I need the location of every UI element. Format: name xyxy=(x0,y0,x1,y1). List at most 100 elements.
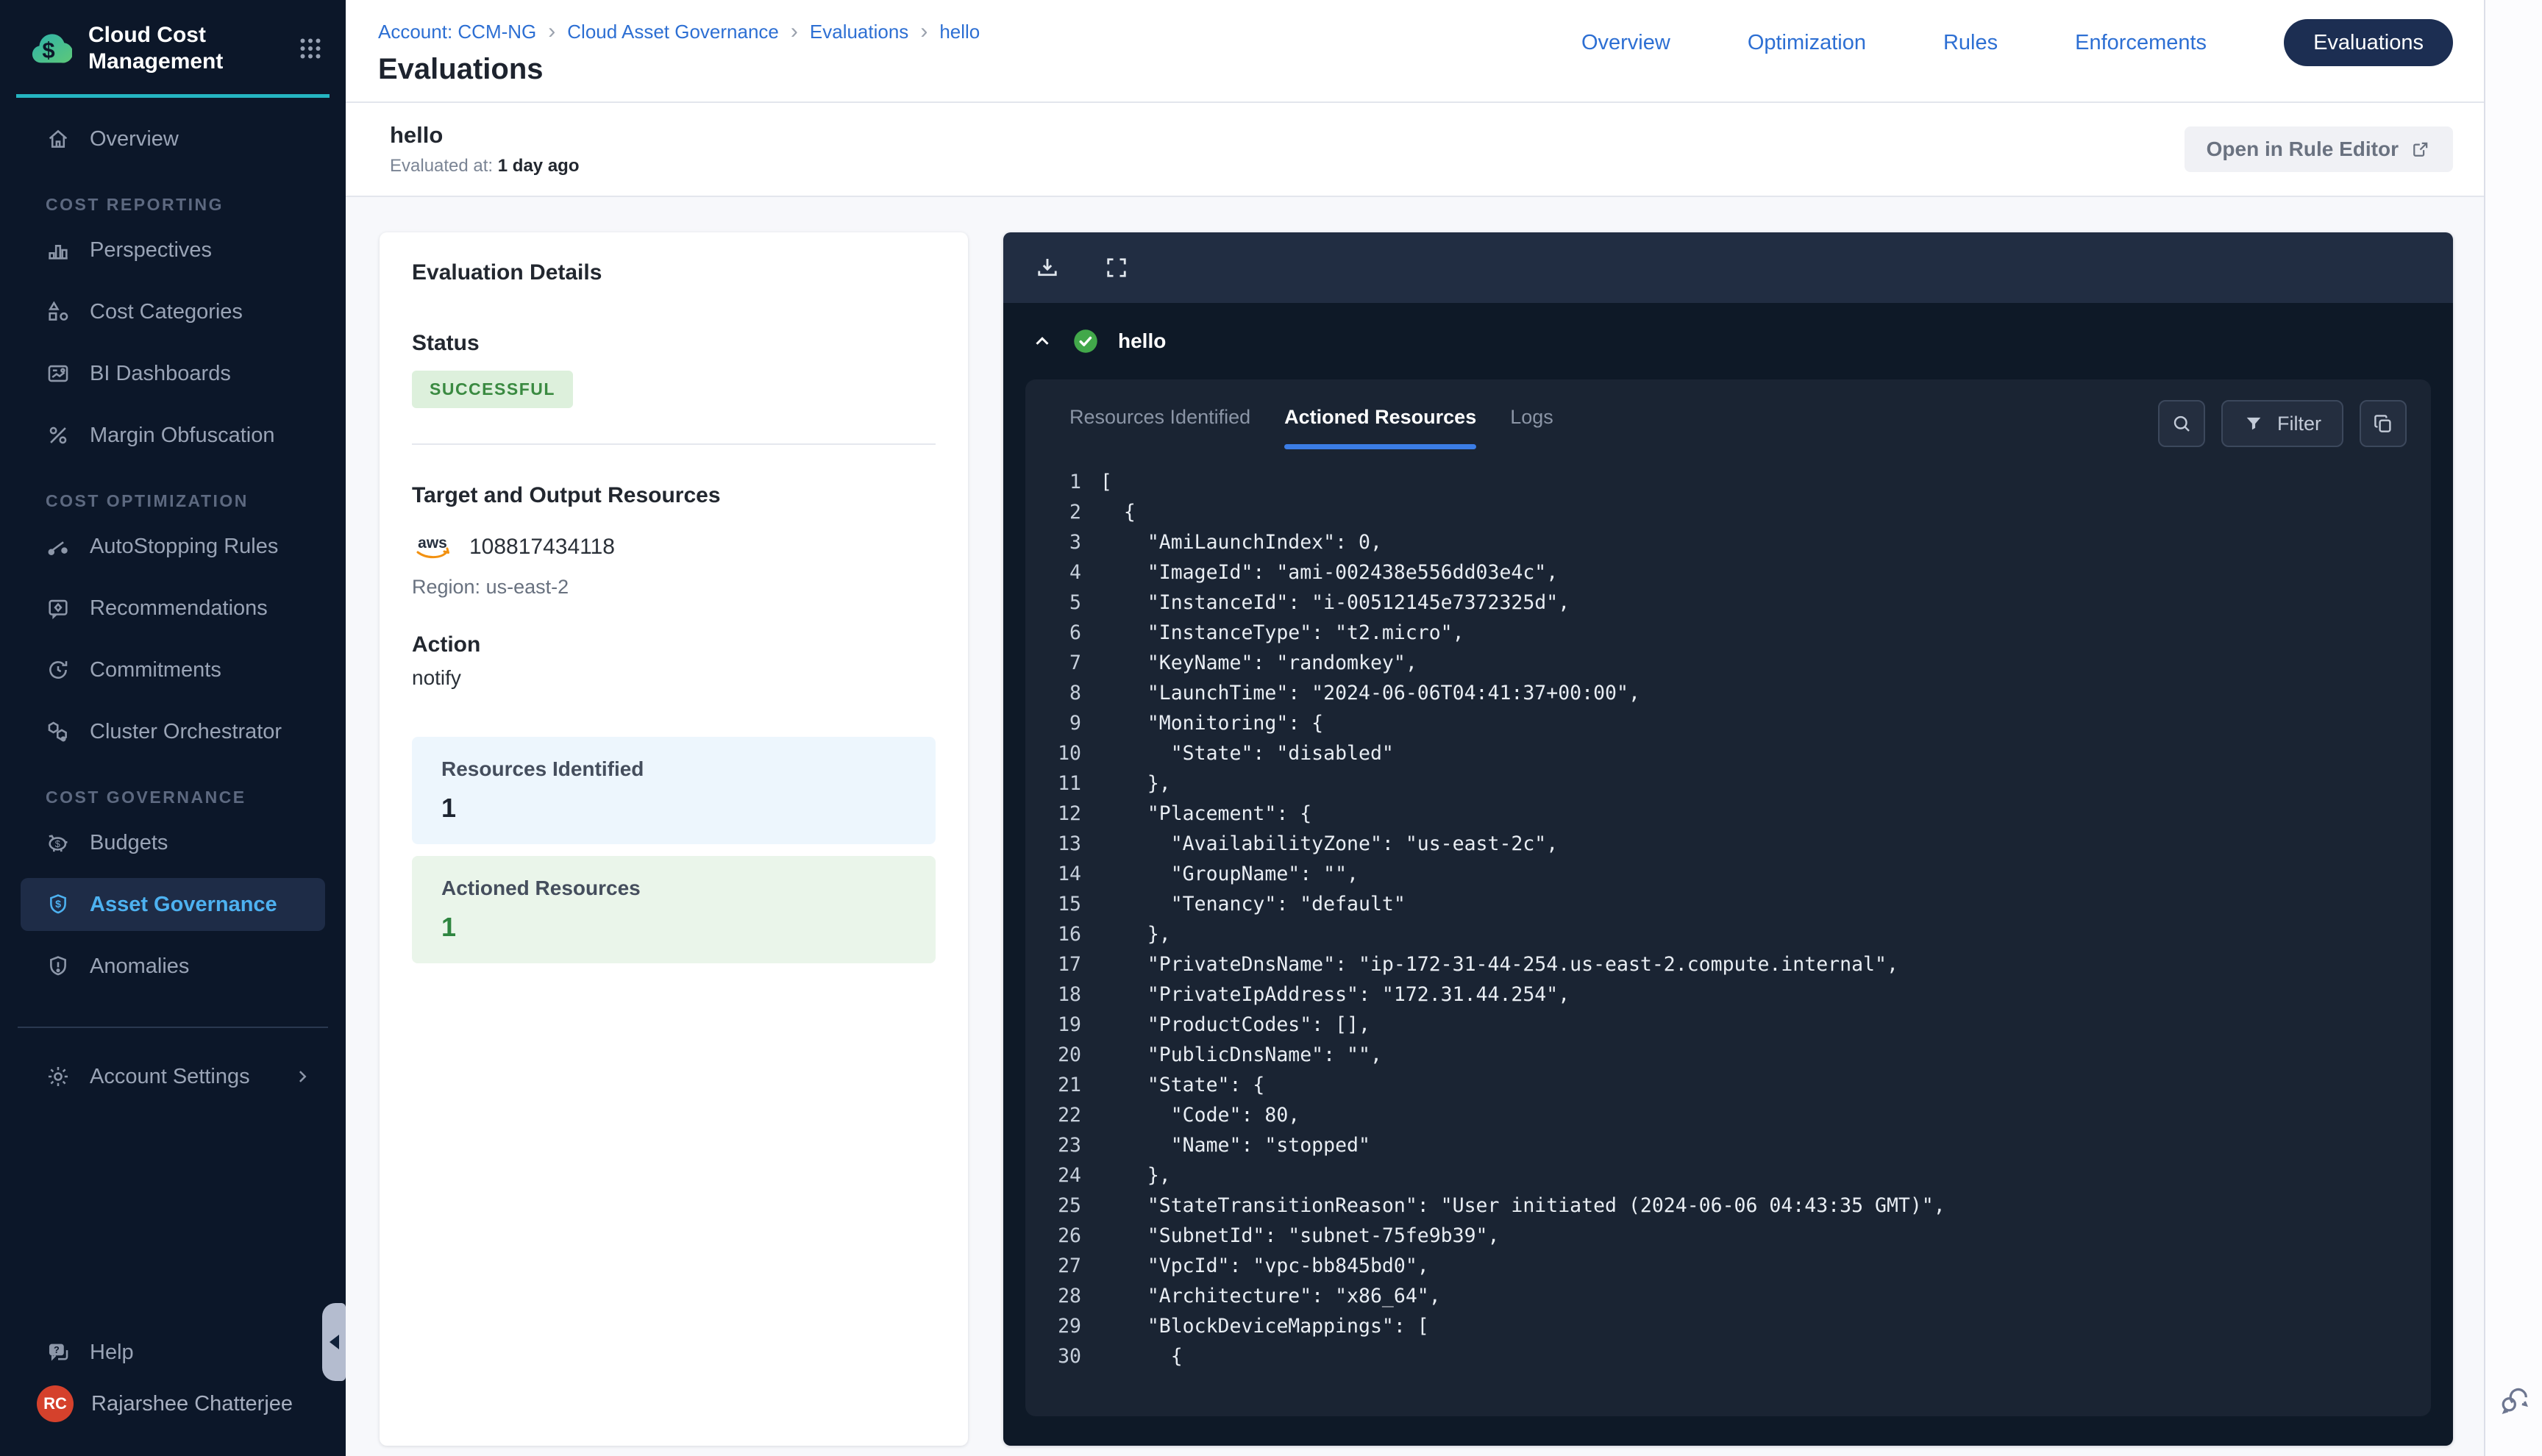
breadcrumb: Account: CCM-NG › Cloud Asset Governance… xyxy=(378,19,980,44)
download-icon[interactable] xyxy=(1034,254,1061,281)
line-text: "BlockDeviceMappings": [ xyxy=(1100,1311,1429,1341)
breadcrumb-separator: › xyxy=(791,19,798,44)
line-number: 27 xyxy=(1047,1251,1081,1281)
support-chat-icon[interactable] xyxy=(2497,1384,2531,1418)
sidebar-item-margin-obfuscation[interactable]: Margin Obfuscation xyxy=(0,404,346,466)
filter-button[interactable]: Filter xyxy=(2221,400,2343,447)
line-number: 13 xyxy=(1047,829,1081,859)
sidebar-item-cost-categories[interactable]: Cost Categories xyxy=(0,281,346,343)
sidebar-collapse-handle[interactable] xyxy=(322,1303,346,1381)
sidebar-item-account-settings[interactable]: Account Settings xyxy=(0,1046,346,1107)
sidebar-item-autostopping-rules[interactable]: AutoStopping Rules xyxy=(0,515,346,577)
copy-button[interactable] xyxy=(2360,400,2407,447)
line-text: }, xyxy=(1100,919,1171,949)
code-line: 8 "LaunchTime": "2024-06-06T04:41:37+00:… xyxy=(1047,678,2416,708)
home-icon xyxy=(46,126,71,151)
tab-evaluations-active[interactable]: Evaluations xyxy=(2284,19,2453,66)
autostopping-icon xyxy=(46,534,71,559)
line-text: "ProductCodes": [], xyxy=(1100,1010,1370,1040)
tab-actioned-resources[interactable]: Actioned Resources xyxy=(1284,406,1476,449)
user-name: Rajarshee Chatterjee xyxy=(91,1392,293,1416)
main-area: Account: CCM-NG › Cloud Asset Governance… xyxy=(346,0,2484,1456)
status-label: Status xyxy=(412,331,936,356)
line-number: 14 xyxy=(1047,859,1081,889)
code-line: 21 "State": { xyxy=(1047,1070,2416,1100)
region: Region: us-east-2 xyxy=(412,576,936,599)
success-check-icon xyxy=(1072,328,1099,354)
breadcrumb-current[interactable]: hello xyxy=(939,21,980,43)
breadcrumb-separator: › xyxy=(548,19,555,44)
line-text: { xyxy=(1100,497,1136,527)
line-text: "SubnetId": "subnet-75fe9b39", xyxy=(1100,1221,1499,1251)
fullscreen-icon[interactable] xyxy=(1103,254,1130,281)
sidebar-item-recommendations[interactable]: Recommendations xyxy=(0,577,346,639)
line-text: "PrivateDnsName": "ip-172-31-44-254.us-e… xyxy=(1100,949,1898,979)
breadcrumb-evaluations[interactable]: Evaluations xyxy=(810,21,908,43)
sidebar-item-label: Cost Categories xyxy=(90,300,243,324)
line-number: 5 xyxy=(1047,588,1081,618)
chevron-up-icon[interactable] xyxy=(1031,330,1053,352)
tab-enforcements[interactable]: Enforcements xyxy=(2075,31,2207,55)
tab-overview[interactable]: Overview xyxy=(1581,31,1670,55)
sidebar-item-anomalies[interactable]: Anomalies xyxy=(0,935,346,997)
line-number: 1 xyxy=(1047,467,1081,497)
tab-rules[interactable]: Rules xyxy=(1943,31,1998,55)
line-number: 19 xyxy=(1047,1010,1081,1040)
sidebar-item-help[interactable]: ? Help xyxy=(0,1319,346,1385)
line-number: 21 xyxy=(1047,1070,1081,1100)
actioned-resources-stat: Actioned Resources 1 xyxy=(412,856,936,963)
copy-icon xyxy=(2372,413,2394,435)
sidebar-item-perspectives[interactable]: Perspectives xyxy=(0,219,346,281)
sidebar-item-overview[interactable]: Overview xyxy=(0,108,346,170)
breadcrumb-account[interactable]: Account: CCM-NG xyxy=(378,21,536,43)
line-text: "AvailabilityZone": "us-east-2c", xyxy=(1100,829,1558,859)
line-text: }, xyxy=(1100,768,1171,799)
sidebar-item-cluster-orchestrator[interactable]: Cluster Orchestrator xyxy=(0,701,346,763)
line-number: 4 xyxy=(1047,557,1081,588)
cloud-cost-logo-icon: $ xyxy=(26,26,72,71)
code-line: 2 { xyxy=(1047,497,2416,527)
code-line: 13 "AvailabilityZone": "us-east-2c", xyxy=(1047,829,2416,859)
evaluation-panel: hello Resources Identified Actioned Reso… xyxy=(1003,232,2453,1446)
line-number: 2 xyxy=(1047,497,1081,527)
line-text: "KeyName": "randomkey", xyxy=(1100,648,1417,678)
sidebar-item-label: Perspectives xyxy=(90,238,212,263)
code-line: 9 "Monitoring": { xyxy=(1047,708,2416,738)
avatar: RC xyxy=(37,1385,74,1422)
sidebar-divider xyxy=(18,1027,328,1028)
sidebar-item-bi-dashboards[interactable]: BI Dashboards xyxy=(0,343,346,404)
target-account-row: aws 108817434118 xyxy=(412,533,936,561)
tab-logs[interactable]: Logs xyxy=(1510,406,1553,449)
shapes-icon xyxy=(46,299,71,324)
sidebar-item-label: BI Dashboards xyxy=(90,362,231,386)
line-number: 23 xyxy=(1047,1130,1081,1160)
module-switcher-grid-icon[interactable] xyxy=(297,35,324,62)
page-title: Evaluations xyxy=(378,53,980,86)
clock-refresh-icon xyxy=(46,657,71,682)
user-profile[interactable]: RC Rajarshee Chatterjee xyxy=(0,1385,346,1456)
breadcrumb-governance[interactable]: Cloud Asset Governance xyxy=(567,21,779,43)
line-number: 9 xyxy=(1047,708,1081,738)
code-line: 22 "Code": 80, xyxy=(1047,1100,2416,1130)
line-number: 10 xyxy=(1047,738,1081,768)
sidebar-item-budgets[interactable]: $ Budgets xyxy=(0,812,346,874)
evaluation-row[interactable]: hello xyxy=(1025,303,2431,379)
sidebar-item-commitments[interactable]: Commitments xyxy=(0,639,346,701)
code-line: 14 "GroupName": "", xyxy=(1047,859,2416,889)
line-text: "InstanceId": "i-00512145e7372325d", xyxy=(1100,588,1570,618)
right-rail xyxy=(2484,0,2542,1456)
line-number: 25 xyxy=(1047,1191,1081,1221)
panel-tabs: Resources Identified Actioned Resources … xyxy=(1069,406,1553,449)
open-in-rule-editor-button[interactable]: Open in Rule Editor xyxy=(2185,126,2453,172)
sidebar-item-asset-governance[interactable]: $ Asset Governance xyxy=(21,878,325,931)
panel-toolbar xyxy=(1003,232,2453,303)
code-line: 4 "ImageId": "ami-002438e556dd03e4c", xyxy=(1047,557,2416,588)
search-button[interactable] xyxy=(2158,400,2205,447)
evaluation-row-name: hello xyxy=(1118,329,1166,353)
tab-optimization[interactable]: Optimization xyxy=(1748,31,1866,55)
code-editor[interactable]: 1 [ 2 { 3 xyxy=(1025,449,2431,1416)
tab-resources-identified[interactable]: Resources Identified xyxy=(1069,406,1250,449)
code-line: 3 "AmiLaunchIndex": 0, xyxy=(1047,527,2416,557)
section-header-cost-optimization: COST OPTIMIZATION xyxy=(0,491,346,511)
code-line: 30 { xyxy=(1047,1341,2416,1371)
